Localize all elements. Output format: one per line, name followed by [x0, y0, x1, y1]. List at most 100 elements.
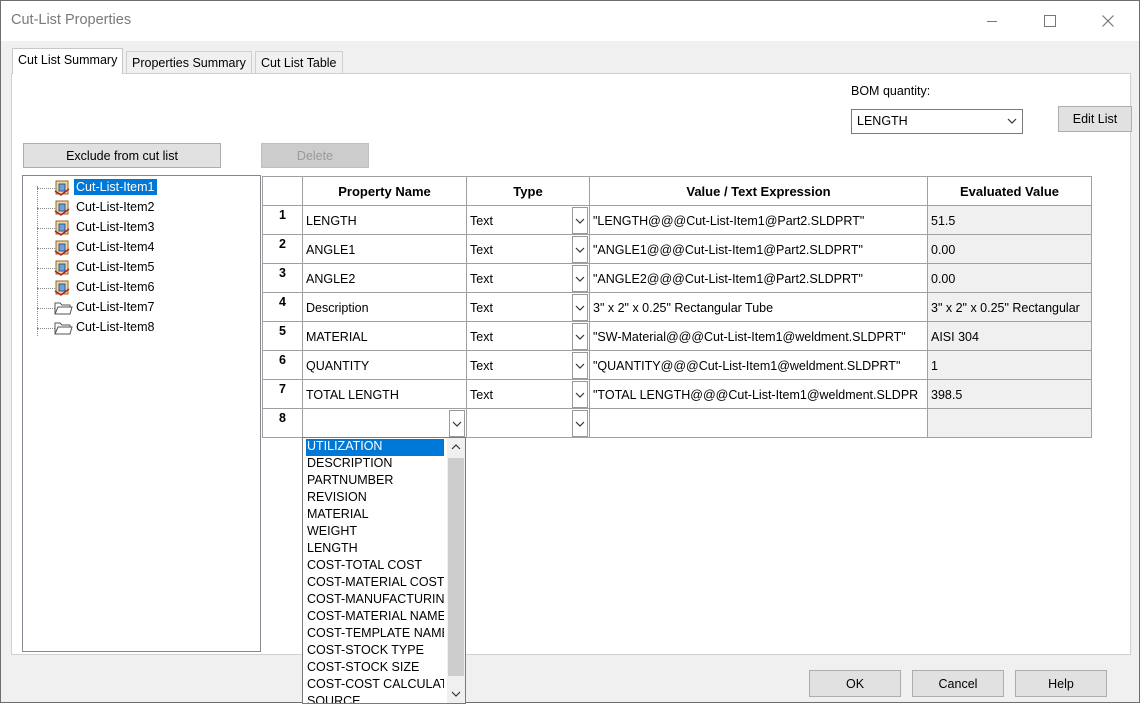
tree-item[interactable]: Cut-List-Item5	[23, 258, 253, 278]
tree-item[interactable]: Cut-List-Item6	[23, 278, 253, 298]
row-header[interactable]: 4	[262, 293, 303, 322]
cell-type[interactable]	[467, 409, 590, 438]
tree-item[interactable]: Cut-List-Item7	[23, 298, 253, 318]
cell-type[interactable]: Text	[467, 322, 590, 351]
dropdown-button[interactable]	[572, 294, 588, 321]
delete-button[interactable]: Delete	[261, 143, 369, 168]
dropdown-option[interactable]: COST-STOCK SIZE	[306, 660, 444, 677]
row-header[interactable]: 3	[262, 264, 303, 293]
bom-quantity-value: LENGTH	[857, 114, 908, 128]
cut-list-tree[interactable]: Cut-List-Item1 Cut-List-Item2 Cut-List-Ite…	[22, 175, 261, 652]
row-header[interactable]: 6	[262, 351, 303, 380]
column-header[interactable]: Value / Text Expression	[590, 176, 928, 206]
dropdown-button[interactable]	[572, 323, 588, 350]
dropdown-option[interactable]: DESCRIPTION	[306, 456, 444, 473]
cell-name[interactable]: ANGLE1	[303, 235, 467, 264]
dropdown-button[interactable]	[572, 265, 588, 292]
row-header[interactable]: 5	[262, 322, 303, 351]
cell-type[interactable]: Text	[467, 380, 590, 409]
dropdown-button[interactable]	[572, 207, 588, 234]
cell-text: 3" x 2" x 0.25" Rectangular	[931, 301, 1080, 315]
edit-list-button[interactable]: Edit List	[1058, 106, 1132, 132]
dropdown-option[interactable]: COST-TEMPLATE NAME	[306, 626, 444, 643]
cell-type[interactable]: Text	[467, 206, 590, 235]
cell-text: 398.5	[931, 388, 963, 402]
row-header[interactable]: 2	[262, 235, 303, 264]
exclude-from-cut-list-button[interactable]: Exclude from cut list	[23, 143, 221, 168]
cell-name[interactable]: TOTAL LENGTH	[303, 380, 467, 409]
ok-button[interactable]: OK	[809, 670, 901, 697]
chevron-up-icon	[451, 444, 461, 450]
cell-text: "LENGTH@@@Cut-List-Item1@Part2.SLDPRT"	[593, 214, 865, 228]
cell-name[interactable]: MATERIAL	[303, 322, 467, 351]
dropdown-scrollbar[interactable]	[447, 438, 465, 703]
cell-value[interactable]: "ANGLE1@@@Cut-List-Item1@Part2.SLDPRT"	[590, 235, 928, 264]
row-header[interactable]: 1	[262, 206, 303, 235]
cell-value[interactable]: "QUANTITY@@@Cut-List-Item1@weldment.SLDP…	[590, 351, 928, 380]
cell-text: Text	[470, 330, 493, 344]
tab-cut-list-table[interactable]: Cut List Table	[255, 51, 343, 74]
tree-item-label: Cut-List-Item3	[76, 220, 155, 234]
column-header[interactable]: Evaluated Value	[928, 176, 1092, 206]
dropdown-button[interactable]	[572, 381, 588, 408]
cancel-button[interactable]: Cancel	[912, 670, 1004, 697]
tree-item[interactable]: Cut-List-Item2	[23, 198, 253, 218]
cell-name[interactable]: ANGLE2	[303, 264, 467, 293]
weldment-icon	[53, 199, 73, 217]
scroll-down-button[interactable]	[447, 685, 465, 703]
dropdown-option[interactable]: MATERIAL	[306, 507, 444, 524]
tree-item[interactable]: Cut-List-Item4	[23, 238, 253, 258]
dropdown-button[interactable]	[572, 352, 588, 379]
cell-type[interactable]: Text	[467, 264, 590, 293]
row-header[interactable]: 7	[262, 380, 303, 409]
cell-value[interactable]: "TOTAL LENGTH@@@Cut-List-Item1@weldment.…	[590, 380, 928, 409]
minimize-button[interactable]	[969, 7, 1015, 35]
cell-value[interactable]: "LENGTH@@@Cut-List-Item1@Part2.SLDPRT"	[590, 206, 928, 235]
help-button[interactable]: Help	[1015, 670, 1107, 697]
cell-value[interactable]: 3" x 2" x 0.25" Rectangular Tube	[590, 293, 928, 322]
cell-name[interactable]	[303, 409, 467, 438]
title-bar: Cut-List Properties	[1, 1, 1139, 41]
tab-cut-list-summary[interactable]: Cut List Summary	[12, 48, 124, 74]
folder-icon	[53, 299, 73, 317]
chevron-down-icon	[575, 392, 585, 398]
dropdown-button[interactable]	[449, 410, 465, 437]
dropdown-option[interactable]: COST-TOTAL COST	[306, 558, 444, 575]
row-header[interactable]: 8	[262, 409, 303, 438]
bom-quantity-select[interactable]: LENGTH	[851, 109, 1023, 134]
dropdown-option[interactable]: UTILIZATION	[306, 439, 444, 456]
cell-evaluated: AISI 304	[928, 322, 1092, 351]
dropdown-option[interactable]: WEIGHT	[306, 524, 444, 541]
dropdown-option[interactable]: LENGTH	[306, 541, 444, 558]
tree-item[interactable]: Cut-List-Item3	[23, 218, 253, 238]
cell-type[interactable]: Text	[467, 235, 590, 264]
dropdown-option[interactable]: PARTNUMBER	[306, 473, 444, 490]
cell-name[interactable]: Description	[303, 293, 467, 322]
dropdown-option[interactable]: COST-MATERIAL COST	[306, 575, 444, 592]
dropdown-button[interactable]	[572, 410, 588, 437]
close-button[interactable]	[1085, 7, 1131, 35]
dropdown-option[interactable]: COST-MANUFACTURING	[306, 592, 444, 609]
cell-name[interactable]: LENGTH	[303, 206, 467, 235]
cell-evaluated: 0.00	[928, 264, 1092, 293]
cell-type[interactable]: Text	[467, 351, 590, 380]
tree-item[interactable]: Cut-List-Item1	[23, 178, 253, 198]
scroll-up-button[interactable]	[447, 438, 465, 456]
dropdown-option[interactable]: COST-MATERIAL NAME	[306, 609, 444, 626]
dropdown-option[interactable]: REVISION	[306, 490, 444, 507]
scrollbar-thumb[interactable]	[448, 458, 464, 676]
column-header[interactable]: Type	[467, 176, 590, 206]
cell-name[interactable]: QUANTITY	[303, 351, 467, 380]
tree-item[interactable]: Cut-List-Item8	[23, 318, 253, 338]
cell-type[interactable]: Text	[467, 293, 590, 322]
column-header[interactable]: Property Name	[303, 176, 467, 206]
cell-value[interactable]: "ANGLE2@@@Cut-List-Item1@Part2.SLDPRT"	[590, 264, 928, 293]
dropdown-option[interactable]: COST-COST CALCULATION	[306, 677, 444, 694]
tab-properties-summary[interactable]: Properties Summary	[126, 51, 252, 74]
property-name-dropdown-list[interactable]: SOURCECOST-COST CALCULATIONCOST-STOCK SI…	[302, 437, 466, 704]
maximize-button[interactable]	[1027, 7, 1073, 35]
cell-value[interactable]: "SW-Material@@@Cut-List-Item1@weldment.S…	[590, 322, 928, 351]
cell-value[interactable]	[590, 409, 928, 438]
dropdown-option[interactable]: COST-STOCK TYPE	[306, 643, 444, 660]
dropdown-button[interactable]	[572, 236, 588, 263]
